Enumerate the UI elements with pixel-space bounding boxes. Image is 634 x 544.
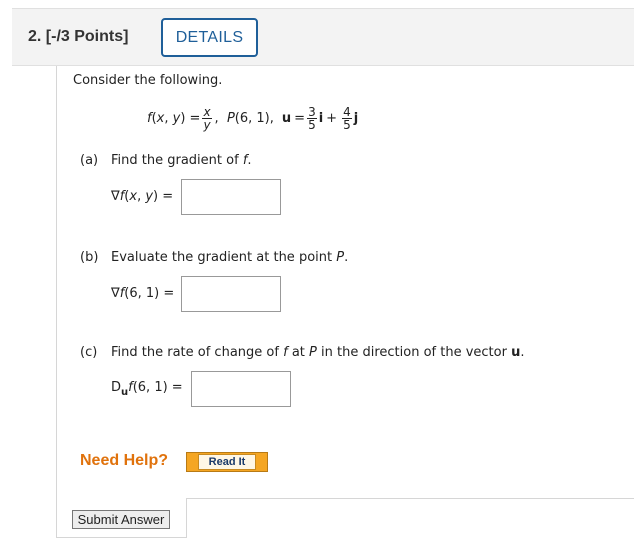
question-header: 2. [-/3 Points] DETAILS — [12, 8, 634, 66]
function-definition: f(x, y) = x y , P(6, 1), u = 3 5 i + 4 5… — [147, 105, 359, 132]
section-divider — [186, 498, 634, 499]
need-help-label: Need Help? — [80, 452, 169, 469]
part-a-prompt: (a) Find the gradient of f. — [80, 153, 252, 168]
question-number: 2. [-/3 Points] — [28, 28, 129, 45]
details-button[interactable]: DETAILS — [161, 18, 258, 57]
part-b-prompt: (b) Evaluate the gradient at the point P. — [80, 250, 349, 265]
part-c-answer-input[interactable] — [191, 371, 291, 407]
part-a-answer-label: ∇f(x, y) = — [111, 189, 174, 204]
function-label: f(x, y) = — [147, 111, 201, 126]
content-bottom-border — [56, 537, 186, 538]
vector-u-symbol: u — [281, 111, 292, 126]
part-b-answer-input[interactable] — [181, 276, 281, 312]
question-intro: Consider the following. — [73, 73, 223, 88]
part-b-answer-label: ∇f(6, 1) = — [111, 286, 175, 301]
u-j-fraction: 4 5 — [342, 105, 352, 132]
u-i-fraction: 3 5 — [307, 105, 317, 132]
i-unit-vector: i — [318, 111, 324, 126]
function-fraction: x y — [202, 106, 212, 132]
part-c-prompt: (c) Find the rate of change of f at P in … — [80, 345, 525, 360]
read-it-label: Read It — [197, 454, 257, 470]
section-divider-vertical — [186, 498, 187, 538]
submit-answer-button[interactable]: Submit Answer — [72, 510, 170, 529]
j-unit-vector: j — [353, 111, 359, 126]
part-c-answer-label: Duf(6, 1) = — [111, 380, 183, 398]
part-a-answer-input[interactable] — [181, 179, 281, 215]
point-label: P(6, 1), — [226, 111, 274, 126]
read-it-button[interactable]: Read It — [186, 452, 268, 472]
fraction-denominator: y — [203, 118, 211, 132]
content-left-border — [56, 66, 57, 538]
